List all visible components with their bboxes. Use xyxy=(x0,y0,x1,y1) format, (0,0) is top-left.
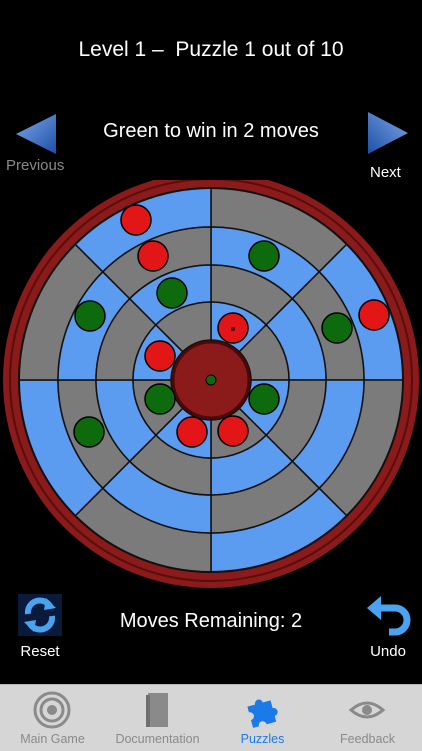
reset-label: Reset xyxy=(20,643,60,660)
previous-label: Previous xyxy=(6,157,65,174)
center-dot xyxy=(205,374,217,386)
tab-main-game[interactable]: Main Game xyxy=(0,685,105,751)
puzzle-icon xyxy=(247,699,278,728)
page-title: Level 1 – Puzzle 1 out of 10 xyxy=(78,38,344,61)
green-piece[interactable] xyxy=(156,277,188,309)
piece-mark xyxy=(231,327,235,331)
green-piece[interactable] xyxy=(73,416,105,448)
green-piece[interactable] xyxy=(144,383,176,415)
board-svg[interactable] xyxy=(0,172,422,590)
red-piece[interactable] xyxy=(358,299,390,331)
green-piece[interactable] xyxy=(248,240,280,272)
undo-button[interactable]: Undo xyxy=(360,594,416,660)
red-piece[interactable] xyxy=(217,415,249,447)
green-piece[interactable] xyxy=(321,312,353,344)
tab-puzzles[interactable]: Puzzles xyxy=(210,685,315,751)
right-arrow-icon xyxy=(368,112,408,154)
undo-icon xyxy=(367,596,411,636)
tab-label: Documentation xyxy=(115,732,200,746)
red-piece[interactable] xyxy=(144,340,176,372)
next-button[interactable]: Next xyxy=(360,110,416,182)
undo-label: Undo xyxy=(370,643,406,660)
next-label: Next xyxy=(370,164,401,181)
red-piece[interactable] xyxy=(137,240,169,272)
tab-label: Puzzles xyxy=(240,732,285,746)
tab-bar: Main Game Documentation Puzzles Feedback xyxy=(0,684,422,751)
game-board[interactable] xyxy=(0,172,422,590)
tab-label: Main Game xyxy=(20,732,85,746)
moves-remaining: Moves Remaining: 2 xyxy=(119,610,303,632)
green-piece[interactable] xyxy=(248,383,280,415)
green-piece[interactable] xyxy=(74,300,106,332)
book-icon xyxy=(146,693,168,727)
puzzle-goal: Green to win in 2 moves xyxy=(103,120,319,142)
target-icon xyxy=(33,691,71,729)
eye-icon xyxy=(348,701,386,719)
tab-documentation[interactable]: Documentation xyxy=(105,685,210,751)
red-piece[interactable] xyxy=(120,204,152,236)
tab-label: Feedback xyxy=(340,732,395,746)
red-piece[interactable] xyxy=(176,416,208,448)
tab-feedback[interactable]: Feedback xyxy=(315,685,420,751)
